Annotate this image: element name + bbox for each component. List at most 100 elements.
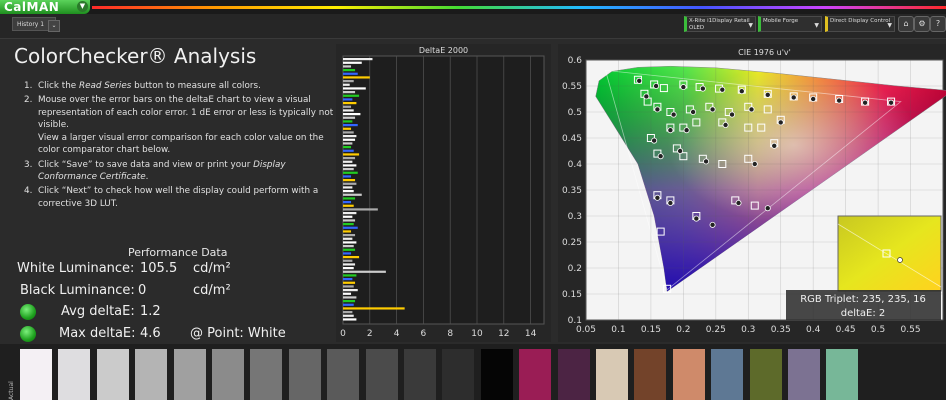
deltae-bar xyxy=(343,226,358,229)
measured-point xyxy=(643,93,650,100)
deltae-bar xyxy=(343,171,358,174)
y-tick-label: 0.35 xyxy=(562,186,582,196)
y-tick-label: 0.45 xyxy=(562,134,582,144)
x-tick-label: 0.5 xyxy=(871,325,885,335)
deltae-bar xyxy=(343,263,356,266)
x-tick-label: 0.45 xyxy=(836,325,856,335)
measured-point xyxy=(722,122,729,129)
deltae-bar xyxy=(343,87,366,90)
deltae-bar xyxy=(343,303,354,306)
instruction-step: 2. Mouse over the error bars on the delta… xyxy=(24,94,336,157)
home-icon[interactable]: ⌂ xyxy=(898,16,914,32)
color-swatch[interactable] xyxy=(711,349,744,400)
measured-point xyxy=(653,83,660,90)
deltae-bar xyxy=(343,190,354,193)
deltae-bar xyxy=(343,204,354,207)
measured-point xyxy=(690,109,697,116)
step-number: 2. xyxy=(24,95,33,106)
measured-point xyxy=(771,142,778,149)
history-arrow-icon[interactable]: ⌄ xyxy=(48,20,60,32)
source-dropdown-label: Mobile Forge xyxy=(763,18,799,24)
measured-point xyxy=(888,99,895,106)
chart-title: DeltaE 2000 xyxy=(419,46,468,55)
meter-dropdown[interactable]: X-Rite i1Display Retail OLED ▼ xyxy=(684,16,756,32)
color-swatch[interactable] xyxy=(404,349,436,400)
chevron-down-icon: ▼ xyxy=(748,22,753,29)
measured-point xyxy=(651,137,658,144)
avg-deltae-value: 1.2 xyxy=(140,304,161,319)
x-tick-label: 0.05 xyxy=(576,325,596,335)
cie-chart[interactable]: 0.05 0.1 0.15 0.2 0.25 0.3 0.35 0.4 0.45 0.5 0.550… xyxy=(558,44,946,342)
color-swatch[interactable] xyxy=(327,349,360,400)
measured-point xyxy=(683,127,690,134)
step-text: Mouse over the error bars on the deltaE … xyxy=(38,95,334,156)
color-swatch[interactable] xyxy=(519,349,552,400)
color-swatch[interactable] xyxy=(250,349,283,400)
x-tick-label: 0.25 xyxy=(706,325,726,335)
white-luminance-value: 105.5 xyxy=(140,261,178,276)
help-icon[interactable]: ? xyxy=(930,16,946,32)
measured-point xyxy=(764,91,771,98)
deltae-bar xyxy=(343,314,354,317)
y-tick-label: 0.5 xyxy=(568,108,582,118)
deltae-bar xyxy=(343,186,353,189)
color-swatch[interactable] xyxy=(288,349,321,400)
color-swatch[interactable] xyxy=(480,349,513,400)
color-swatch[interactable] xyxy=(672,349,705,400)
color-swatch[interactable] xyxy=(788,349,820,400)
color-swatch[interactable] xyxy=(596,349,628,400)
color-swatch[interactable] xyxy=(135,349,168,400)
color-swatch[interactable] xyxy=(96,349,129,400)
deltae-bar xyxy=(343,237,353,240)
deltae-bar xyxy=(343,109,354,112)
black-luminance-value: 0 xyxy=(138,283,147,298)
performance-title: Performance Data xyxy=(128,246,228,259)
measured-point xyxy=(751,161,758,168)
measured-point xyxy=(699,85,706,92)
color-swatch[interactable] xyxy=(826,349,859,400)
white-luminance-label: White Luminance: xyxy=(17,261,135,276)
max-status-icon xyxy=(20,326,36,342)
deltae-bar xyxy=(343,94,360,97)
color-swatch[interactable] xyxy=(634,349,667,400)
measured-point xyxy=(670,111,677,118)
deltae-bar xyxy=(343,208,378,211)
display-dropdown[interactable]: Direct Display Control ▼ xyxy=(825,16,895,32)
color-swatch[interactable] xyxy=(58,349,91,400)
color-swatch[interactable] xyxy=(749,349,782,400)
deltae-bar xyxy=(343,300,356,303)
deltae-bar xyxy=(343,179,356,182)
deltae-bar xyxy=(343,157,356,160)
y-tick-label: 0.3 xyxy=(568,212,582,222)
measured-point xyxy=(654,194,661,201)
deltae-bar xyxy=(343,127,352,130)
deltae-bar xyxy=(343,296,357,299)
color-swatch[interactable] xyxy=(173,349,206,400)
calman-logo[interactable]: CalMAN ▼ xyxy=(0,0,90,14)
deltae-bar xyxy=(343,80,354,83)
avg-status-icon xyxy=(20,304,36,320)
color-swatch[interactable] xyxy=(212,349,244,400)
deltae-bar xyxy=(343,124,358,127)
menu-arrow-icon[interactable]: ▼ xyxy=(77,1,88,12)
deltae-chart[interactable]: 0 2 4 6 8 10 12 14 DeltaE 2000 xyxy=(336,44,551,342)
source-dropdown[interactable]: Mobile Forge ▼ xyxy=(758,16,822,32)
settings-icon[interactable]: ⚙ xyxy=(914,16,930,32)
measured-point xyxy=(810,96,817,103)
deltae-bar xyxy=(343,98,353,101)
color-swatch[interactable] xyxy=(557,349,590,400)
deltae-bar xyxy=(343,168,354,171)
deltae-bar xyxy=(343,149,354,152)
deltae-bar xyxy=(343,105,352,108)
deltae-bar xyxy=(343,292,352,295)
deltae-bar xyxy=(343,267,354,270)
deltae-bar xyxy=(343,248,356,251)
measured-point xyxy=(636,77,643,84)
deltae-bar xyxy=(343,135,357,138)
color-swatch[interactable] xyxy=(365,349,398,400)
step-number: 3. xyxy=(24,159,33,170)
deltae-bar xyxy=(343,285,354,288)
color-swatch[interactable] xyxy=(442,349,475,400)
x-tick-label: 0 xyxy=(340,329,346,339)
color-swatch[interactable] xyxy=(20,349,52,400)
